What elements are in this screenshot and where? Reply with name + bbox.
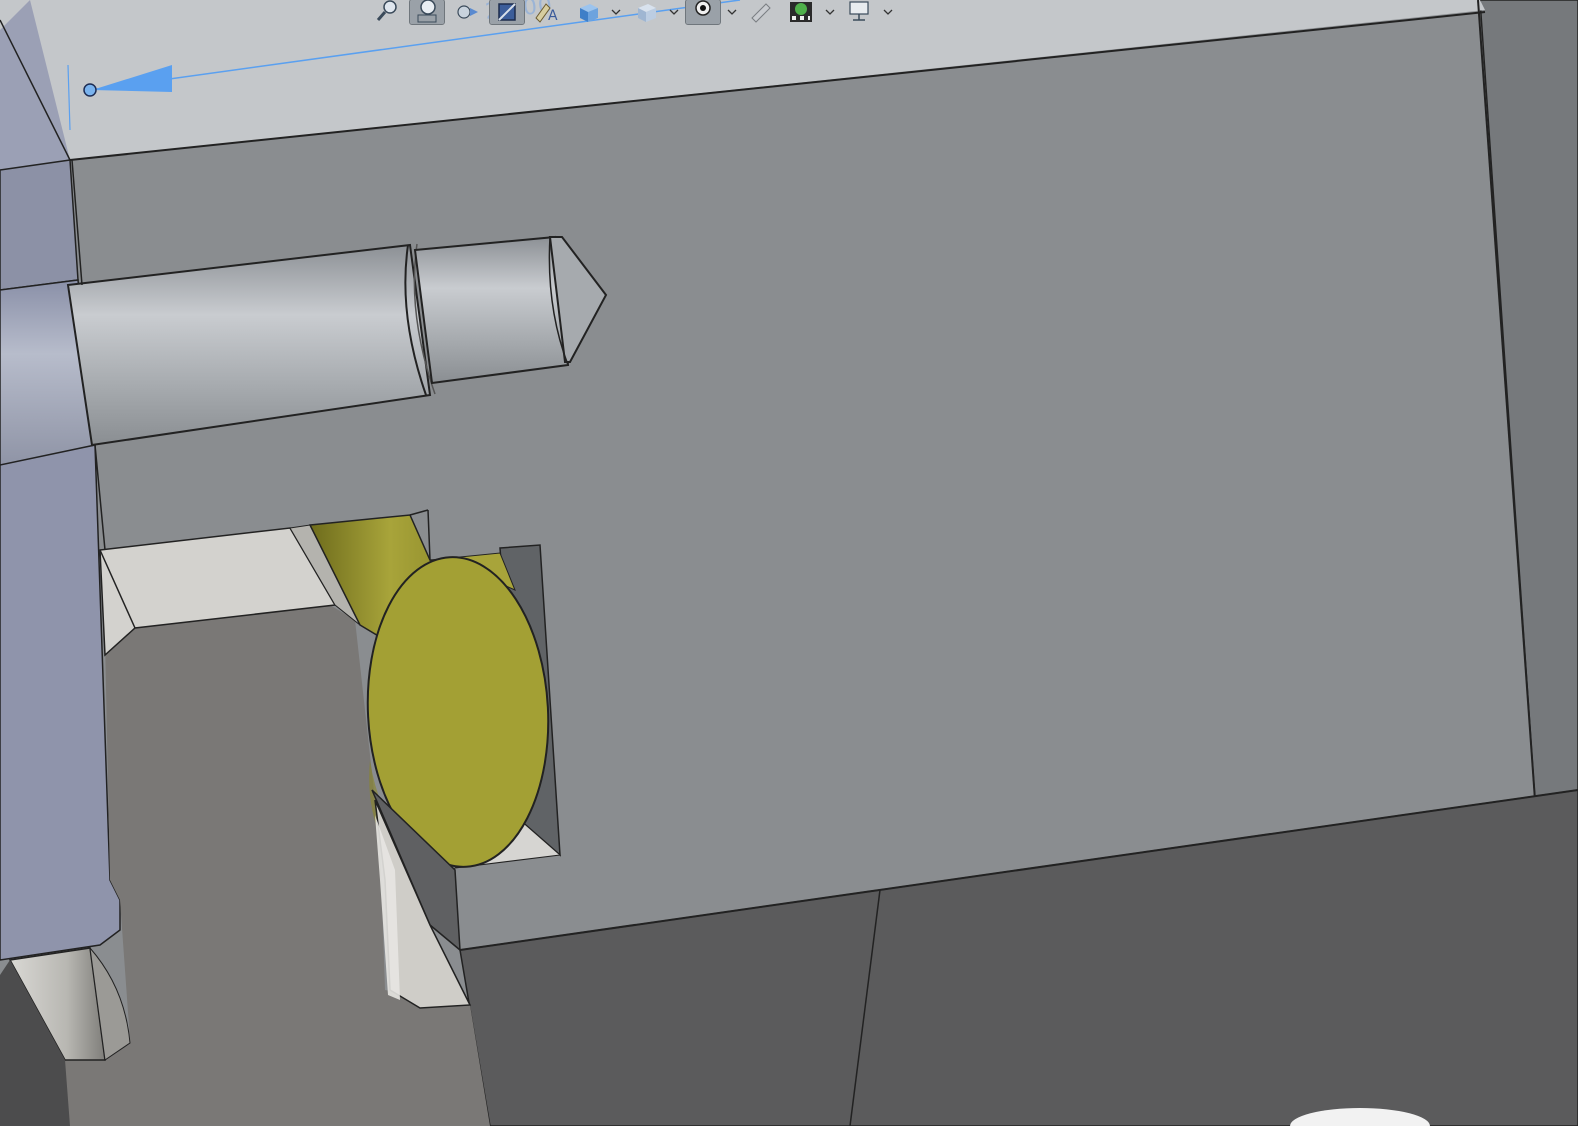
visibility-icon — [695, 0, 711, 16]
chevron-down-icon — [611, 9, 621, 15]
view-cube-button[interactable] — [570, 0, 604, 24]
display-settings-button[interactable] — [842, 0, 876, 24]
orbit-button[interactable] — [450, 0, 484, 24]
navigation-toolbar: A — [370, 0, 894, 26]
visibility-dropdown[interactable] — [726, 0, 738, 24]
edit-appearance-button[interactable] — [744, 0, 778, 24]
display-settings-icon — [849, 1, 869, 21]
section-view-icon — [498, 3, 516, 21]
zoom-button[interactable] — [370, 0, 404, 24]
display-style-dropdown[interactable] — [668, 0, 680, 24]
display-style-button[interactable] — [628, 0, 662, 24]
zoom-window-button[interactable] — [409, 0, 445, 25]
chevron-down-icon — [669, 9, 679, 15]
visibility-button[interactable] — [685, 0, 721, 25]
guide-pin-tip — [413, 235, 570, 385]
annotation-icon: A — [535, 3, 558, 24]
chevron-down-icon — [883, 9, 893, 15]
zoom-window-icon — [417, 0, 437, 23]
orbit-icon — [457, 5, 478, 19]
svg-text:A: A — [548, 8, 558, 24]
scene-dropdown[interactable] — [824, 0, 836, 24]
display-style-icon — [638, 4, 656, 22]
display-settings-dropdown[interactable] — [882, 0, 894, 24]
scene-icon — [790, 2, 812, 22]
chevron-down-icon — [727, 9, 737, 15]
zoom-icon — [376, 0, 397, 21]
section-view-button[interactable] — [489, 0, 525, 25]
edit-appearance-icon — [751, 3, 771, 23]
model-scene — [0, 0, 1578, 1126]
annotation-button[interactable]: A — [530, 0, 564, 24]
chevron-down-icon — [825, 9, 835, 15]
3d-viewport[interactable]: 23.00 — [0, 0, 1578, 1126]
scene-button[interactable] — [784, 0, 818, 24]
view-cube-icon — [580, 4, 598, 22]
view-cube-dropdown[interactable] — [610, 0, 622, 24]
